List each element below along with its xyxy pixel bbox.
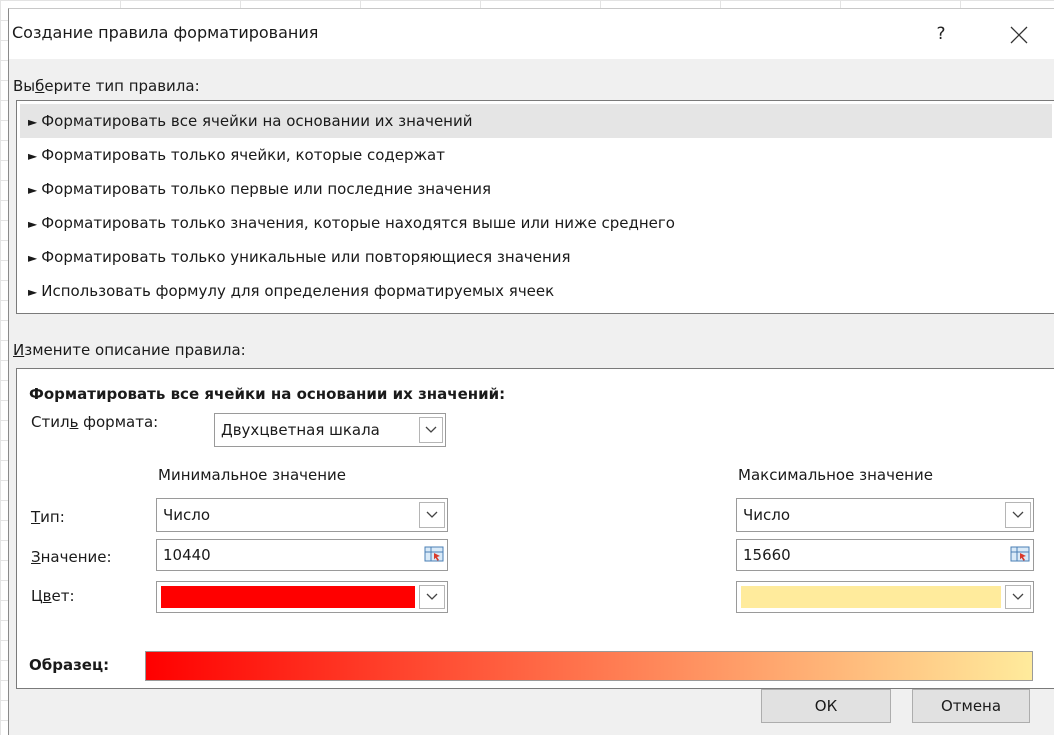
cell-reference-icon[interactable] <box>423 543 445 565</box>
cancel-button[interactable]: Отмена <box>912 689 1030 723</box>
max-value-header: Максимальное значение <box>738 466 933 484</box>
max-value-text: 15660 <box>743 546 791 564</box>
close-icon <box>1010 26 1028 43</box>
max-type-value: Число <box>743 506 791 524</box>
title-bar: Создание правила форматирования ? <box>9 9 1054 59</box>
max-type-combo[interactable]: Число <box>736 498 1034 532</box>
sample-label: Образец: <box>29 656 110 674</box>
rule-type-item-top-bottom[interactable]: ► Форматировать только первые или последн… <box>20 172 1052 206</box>
arrow-bullet-icon: ► <box>28 149 38 163</box>
cell-reference-icon[interactable] <box>1009 543 1031 565</box>
format-style-label: Стиль формата: <box>31 413 159 431</box>
min-value-text: 10440 <box>163 546 211 564</box>
chevron-down-icon <box>1005 502 1031 528</box>
rule-description-panel: Форматировать все ячейки на основании их… <box>16 368 1054 689</box>
min-color-picker[interactable] <box>156 581 448 613</box>
help-button[interactable]: ? <box>921 17 961 51</box>
chevron-down-icon <box>419 502 445 528</box>
rule-type-item-formula[interactable]: ► Использовать формулу для определения фо… <box>20 274 1052 308</box>
rule-type-label: Выберите тип правила: <box>13 77 200 95</box>
rule-type-item-contains[interactable]: ► Форматировать только ячейки, которые со… <box>20 138 1052 172</box>
min-type-value: Число <box>163 506 211 524</box>
rule-type-item-all-cells[interactable]: ► Форматировать все ячейки на основании и… <box>20 104 1052 138</box>
chevron-down-icon <box>1005 585 1031 609</box>
max-color-picker[interactable] <box>736 581 1034 613</box>
rule-type-item-above-below-average[interactable]: ► Форматировать только значения, которые … <box>20 206 1052 240</box>
arrow-bullet-icon: ► <box>28 217 38 231</box>
chevron-down-icon <box>419 585 445 609</box>
arrow-bullet-icon: ► <box>28 183 38 197</box>
arrow-bullet-icon: ► <box>28 115 38 129</box>
min-color-swatch <box>161 586 415 608</box>
max-color-swatch <box>741 586 1001 608</box>
rule-type-list[interactable]: ► Форматировать все ячейки на основании и… <box>16 100 1054 314</box>
color-label: Цвет: <box>31 587 75 605</box>
new-formatting-rule-dialog: Создание правила форматирования ? Выбери… <box>8 8 1054 735</box>
dialog-title: Создание правила форматирования <box>12 23 319 42</box>
type-label: Тип: <box>31 508 65 526</box>
value-label: Значение: <box>31 548 112 566</box>
format-style-combo[interactable]: Двухцветная шкала <box>214 413 446 447</box>
sample-gradient-preview <box>145 651 1033 681</box>
format-style-value: Двухцветная шкала <box>221 421 380 439</box>
max-value-input[interactable]: 15660 <box>736 539 1034 571</box>
edit-description-label: Измените описание правила: <box>13 341 246 359</box>
arrow-bullet-icon: ► <box>28 285 38 299</box>
min-value-input[interactable]: 10440 <box>156 539 448 571</box>
close-button[interactable] <box>999 17 1039 51</box>
description-heading: Форматировать все ячейки на основании их… <box>29 385 506 403</box>
rule-type-item-unique-duplicate[interactable]: ► Форматировать только уникальные или пов… <box>20 240 1052 274</box>
ok-button[interactable]: ОК <box>761 689 891 723</box>
min-value-header: Минимальное значение <box>158 466 347 484</box>
min-type-combo[interactable]: Число <box>156 498 448 532</box>
arrow-bullet-icon: ► <box>28 251 38 265</box>
chevron-down-icon <box>419 417 443 443</box>
